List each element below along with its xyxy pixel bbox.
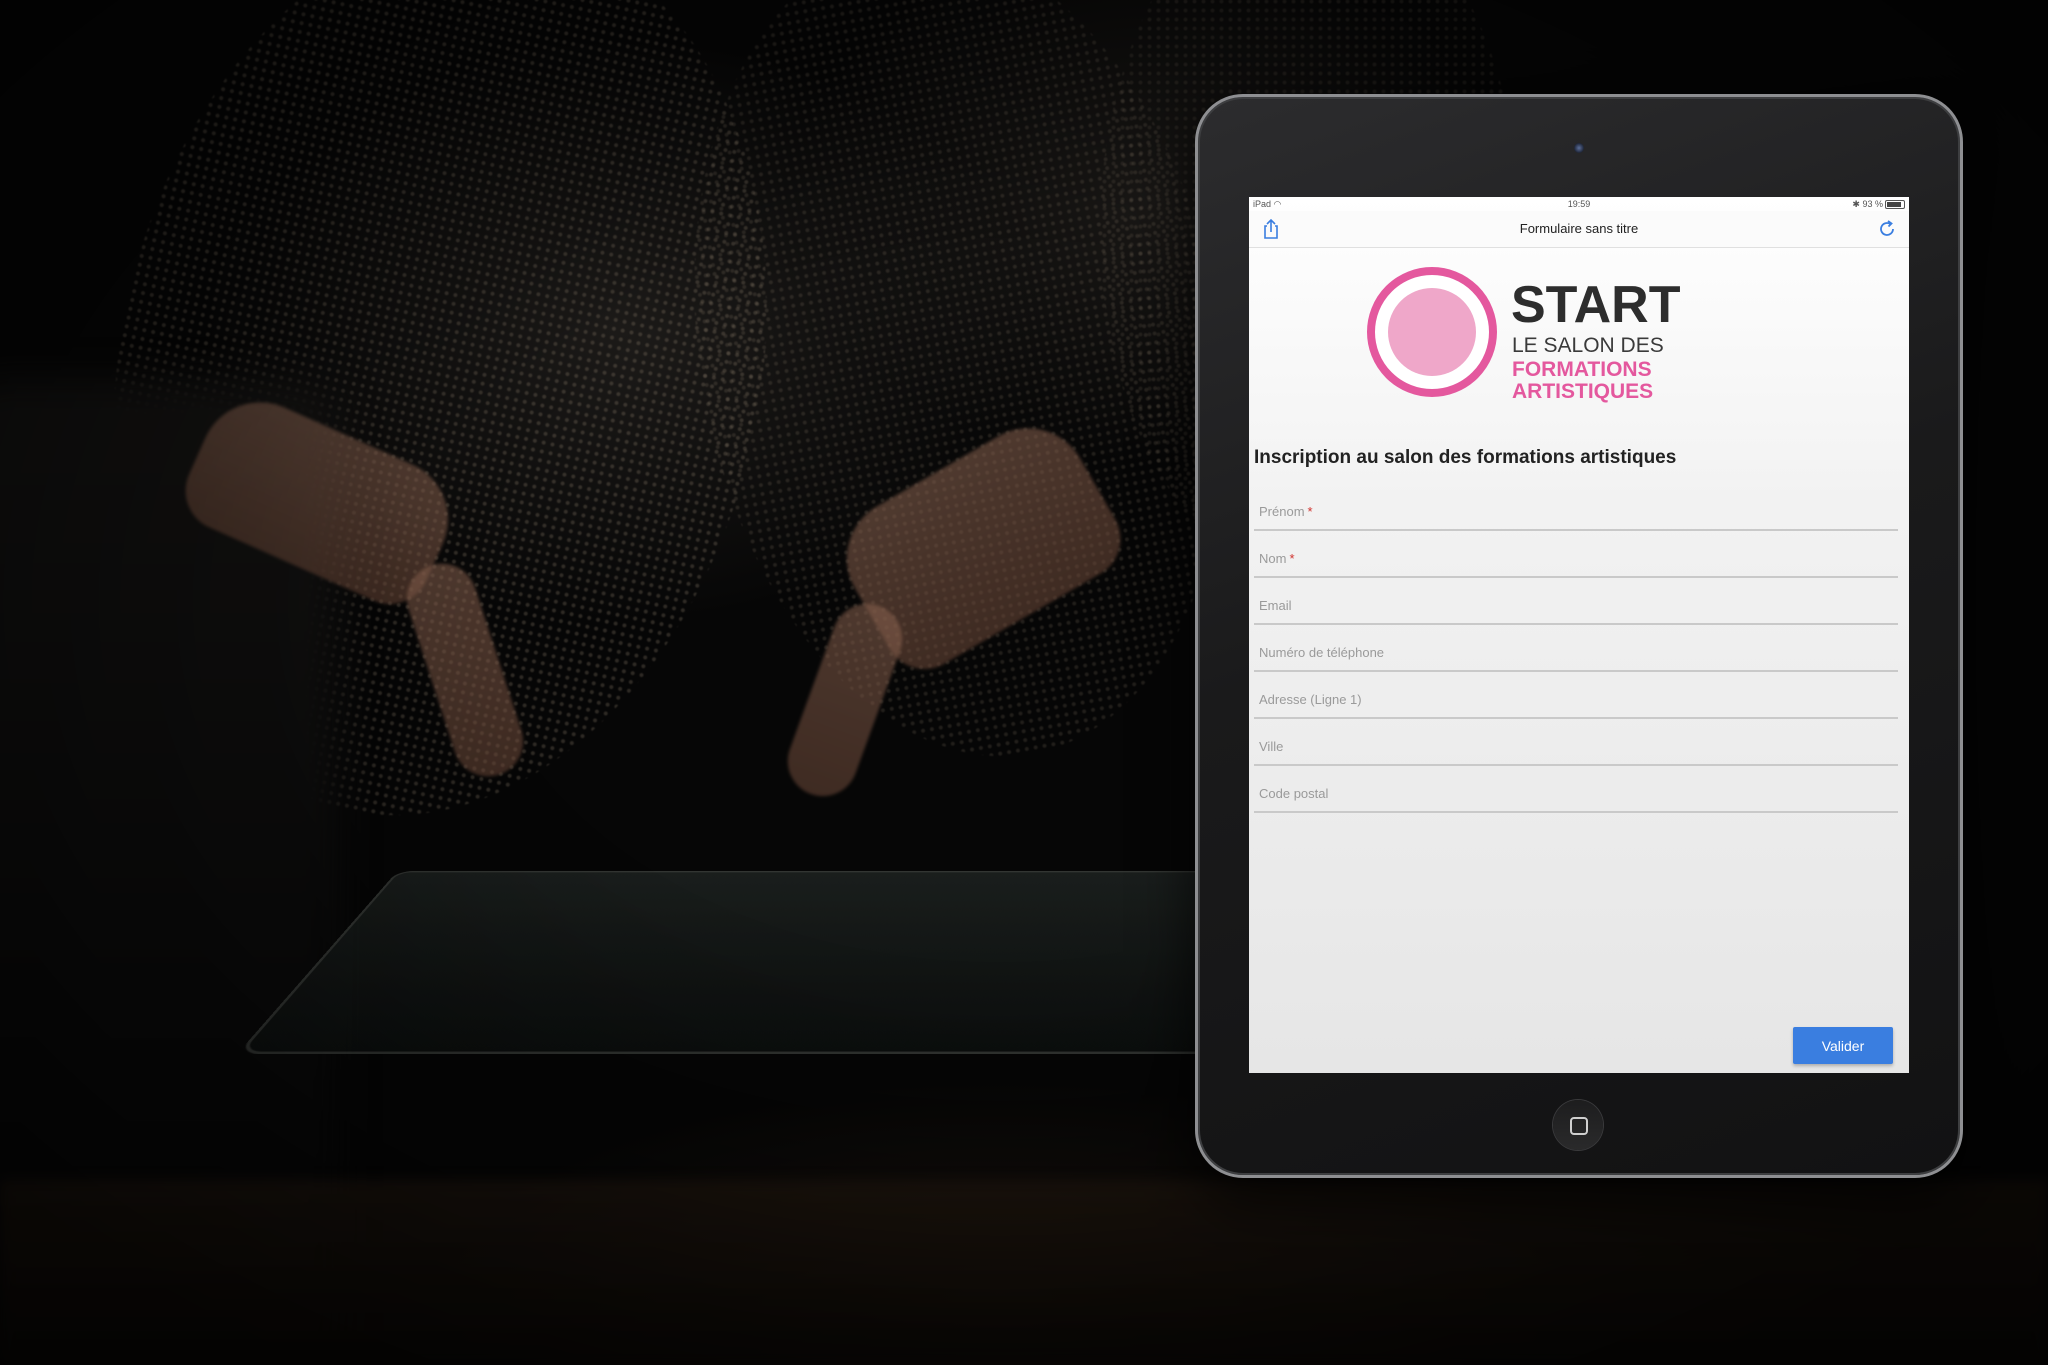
form-field[interactable]: Email <box>1254 577 1898 625</box>
form-field-input[interactable] <box>1254 530 1902 578</box>
start-logo: START LE SALON DES FORMATIONS ARTISTIQUE… <box>1367 267 1797 397</box>
logo-title: START <box>1511 279 1680 331</box>
form-field[interactable]: Numéro de téléphone <box>1254 624 1898 672</box>
front-camera <box>1574 143 1584 153</box>
status-time: 19:59 <box>1249 199 1909 209</box>
form-field-input[interactable] <box>1254 765 1902 813</box>
form-field[interactable]: Adresse (Ligne 1) <box>1254 671 1898 719</box>
form-field[interactable]: Nom * <box>1254 530 1898 578</box>
background-scene: iPad ◠ 19:59 ✱ 93 % Formulaire sans titr… <box>0 0 2048 1365</box>
form-field-input[interactable] <box>1254 624 1902 672</box>
table-surface <box>0 1180 2048 1365</box>
logo-inner-circle <box>1388 288 1476 376</box>
form-field-input[interactable] <box>1254 483 1902 531</box>
ipad-device: iPad ◠ 19:59 ✱ 93 % Formulaire sans titr… <box>1195 94 1963 1178</box>
bluetooth-icon: ✱ <box>1852 199 1860 209</box>
form-field-input[interactable] <box>1254 671 1902 719</box>
logo-tagline: FORMATIONS ARTISTIQUES <box>1512 359 1797 403</box>
form-title: Inscription au salon des formations arti… <box>1254 447 1676 469</box>
refresh-icon[interactable] <box>1875 217 1899 241</box>
home-button[interactable] <box>1553 1100 1603 1150</box>
navigation-bar: Formulaire sans titre <box>1249 211 1909 248</box>
status-bar: iPad ◠ 19:59 ✱ 93 % <box>1249 197 1909 211</box>
form-field-input[interactable] <box>1254 577 1902 625</box>
form-field[interactable]: Code postal <box>1254 765 1898 813</box>
form-field[interactable]: Prénom * <box>1254 483 1898 531</box>
battery-icon <box>1885 200 1905 209</box>
form-field-input[interactable] <box>1254 718 1902 766</box>
submit-button[interactable]: Valider <box>1793 1027 1893 1064</box>
ipad-screen: iPad ◠ 19:59 ✱ 93 % Formulaire sans titr… <box>1249 197 1909 1073</box>
status-battery-text: ✱ 93 % <box>1852 199 1883 210</box>
logo-subtitle: LE SALON DES <box>1512 335 1664 357</box>
logo-ring-icon <box>1367 267 1497 397</box>
nav-title: Formulaire sans titre <box>1249 221 1909 236</box>
home-button-icon <box>1570 1117 1588 1135</box>
form-field[interactable]: Ville <box>1254 718 1898 766</box>
